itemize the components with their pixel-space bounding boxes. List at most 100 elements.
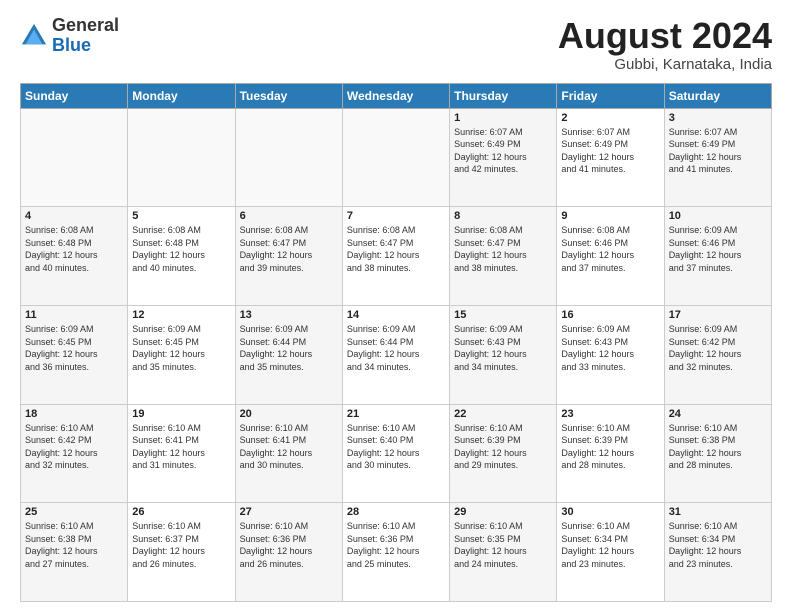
cell-info: Sunrise: 6:09 AM Sunset: 6:43 PM Dayligh…: [454, 323, 552, 373]
day-number: 2: [561, 112, 659, 124]
cell-info: Sunrise: 6:10 AM Sunset: 6:39 PM Dayligh…: [454, 422, 552, 472]
day-number: 30: [561, 506, 659, 518]
cell-info: Sunrise: 6:10 AM Sunset: 6:34 PM Dayligh…: [561, 520, 659, 570]
day-number: 26: [132, 506, 230, 518]
calendar-cell: 16 Sunrise: 6:09 AM Sunset: 6:43 PM Dayli…: [557, 305, 664, 404]
calendar-cell: 28 Sunrise: 6:10 AM Sunset: 6:36 PM Dayli…: [342, 503, 449, 602]
header: General Blue August 2024 Gubbi, Karnatak…: [20, 16, 772, 73]
day-number: 31: [669, 506, 767, 518]
calendar-cell: 27Sunrise: 6:10 AM Sunset: 6:36 PM Dayli…: [235, 503, 342, 602]
calendar-header-monday: Monday: [128, 83, 235, 108]
cell-info: Sunrise: 6:07 AM Sunset: 6:49 PM Dayligh…: [669, 126, 767, 176]
cell-info: Sunrise: 6:09 AM Sunset: 6:44 PM Dayligh…: [240, 323, 338, 373]
day-number: 28: [347, 506, 445, 518]
cell-info: Sunrise: 6:10 AM Sunset: 6:36 PM Dayligh…: [347, 520, 445, 570]
day-number: 22: [454, 408, 552, 420]
cell-info: Sunrise: 6:07 AM Sunset: 6:49 PM Dayligh…: [561, 126, 659, 176]
page: General Blue August 2024 Gubbi, Karnatak…: [0, 0, 792, 612]
calendar-cell: 19Sunrise: 6:10 AM Sunset: 6:41 PM Dayli…: [128, 404, 235, 503]
cell-info: Sunrise: 6:09 AM Sunset: 6:43 PM Dayligh…: [561, 323, 659, 373]
calendar-cell: 13 Sunrise: 6:09 AM Sunset: 6:44 PM Dayli…: [235, 305, 342, 404]
logo-text: General Blue: [52, 16, 119, 56]
day-number: 3: [669, 112, 767, 124]
calendar-cell: 1 Sunrise: 6:07 AM Sunset: 6:49 PM Daylig…: [450, 108, 557, 207]
calendar-cell: [21, 108, 128, 207]
calendar-cell: 15 Sunrise: 6:09 AM Sunset: 6:43 PM Dayli…: [450, 305, 557, 404]
day-number: 27: [240, 506, 338, 518]
calendar-week-row: 18Sunrise: 6:10 AM Sunset: 6:42 PM Dayli…: [21, 404, 772, 503]
calendar-cell: 6Sunrise: 6:08 AM Sunset: 6:47 PM Daylig…: [235, 207, 342, 306]
cell-info: Sunrise: 6:10 AM Sunset: 6:38 PM Dayligh…: [669, 422, 767, 472]
calendar-cell: 29 Sunrise: 6:10 AM Sunset: 6:35 PM Dayli…: [450, 503, 557, 602]
day-number: 13: [240, 309, 338, 321]
day-number: 20: [240, 408, 338, 420]
day-number: 25: [25, 506, 123, 518]
location: Gubbi, Karnataka, India: [558, 56, 772, 73]
cell-info: Sunrise: 6:08 AM Sunset: 6:48 PM Dayligh…: [25, 224, 123, 274]
cell-info: Sunrise: 6:10 AM Sunset: 6:41 PM Dayligh…: [132, 422, 230, 472]
calendar-week-row: 11Sunrise: 6:09 AM Sunset: 6:45 PM Dayli…: [21, 305, 772, 404]
day-number: 23: [561, 408, 659, 420]
day-number: 4: [25, 210, 123, 222]
cell-info: Sunrise: 6:08 AM Sunset: 6:47 PM Dayligh…: [347, 224, 445, 274]
calendar-cell: 25 Sunrise: 6:10 AM Sunset: 6:38 PM Dayli…: [21, 503, 128, 602]
calendar-cell: [128, 108, 235, 207]
cell-info: Sunrise: 6:08 AM Sunset: 6:48 PM Dayligh…: [132, 224, 230, 274]
calendar-header-tuesday: Tuesday: [235, 83, 342, 108]
calendar-cell: 21Sunrise: 6:10 AM Sunset: 6:40 PM Dayli…: [342, 404, 449, 503]
calendar-header-thursday: Thursday: [450, 83, 557, 108]
title-block: August 2024 Gubbi, Karnataka, India: [558, 16, 772, 73]
calendar-week-row: 25 Sunrise: 6:10 AM Sunset: 6:38 PM Dayli…: [21, 503, 772, 602]
calendar-cell: 18Sunrise: 6:10 AM Sunset: 6:42 PM Dayli…: [21, 404, 128, 503]
calendar-cell: 5 Sunrise: 6:08 AM Sunset: 6:48 PM Daylig…: [128, 207, 235, 306]
calendar-header-sunday: Sunday: [21, 83, 128, 108]
cell-info: Sunrise: 6:08 AM Sunset: 6:46 PM Dayligh…: [561, 224, 659, 274]
calendar-cell: 22 Sunrise: 6:10 AM Sunset: 6:39 PM Dayli…: [450, 404, 557, 503]
logo-general: General: [52, 15, 119, 35]
calendar-cell: 2 Sunrise: 6:07 AM Sunset: 6:49 PM Daylig…: [557, 108, 664, 207]
logo: General Blue: [20, 16, 119, 56]
calendar-cell: 3 Sunrise: 6:07 AM Sunset: 6:49 PM Daylig…: [664, 108, 771, 207]
day-number: 15: [454, 309, 552, 321]
day-number: 10: [669, 210, 767, 222]
calendar-cell: 26Sunrise: 6:10 AM Sunset: 6:37 PM Dayli…: [128, 503, 235, 602]
calendar-cell: 8Sunrise: 6:08 AM Sunset: 6:47 PM Daylig…: [450, 207, 557, 306]
calendar-cell: 12 Sunrise: 6:09 AM Sunset: 6:45 PM Dayli…: [128, 305, 235, 404]
cell-info: Sunrise: 6:09 AM Sunset: 6:45 PM Dayligh…: [132, 323, 230, 373]
logo-blue: Blue: [52, 35, 91, 55]
day-number: 16: [561, 309, 659, 321]
day-number: 29: [454, 506, 552, 518]
calendar-cell: [342, 108, 449, 207]
cell-info: Sunrise: 6:08 AM Sunset: 6:47 PM Dayligh…: [240, 224, 338, 274]
cell-info: Sunrise: 6:07 AM Sunset: 6:49 PM Dayligh…: [454, 126, 552, 176]
calendar-cell: 30 Sunrise: 6:10 AM Sunset: 6:34 PM Dayli…: [557, 503, 664, 602]
day-number: 1: [454, 112, 552, 124]
calendar-cell: 10 Sunrise: 6:09 AM Sunset: 6:46 PM Dayli…: [664, 207, 771, 306]
logo-icon: [20, 22, 48, 50]
cell-info: Sunrise: 6:09 AM Sunset: 6:45 PM Dayligh…: [25, 323, 123, 373]
calendar-cell: 11Sunrise: 6:09 AM Sunset: 6:45 PM Dayli…: [21, 305, 128, 404]
day-number: 17: [669, 309, 767, 321]
calendar-cell: 23 Sunrise: 6:10 AM Sunset: 6:39 PM Dayli…: [557, 404, 664, 503]
cell-info: Sunrise: 6:09 AM Sunset: 6:42 PM Dayligh…: [669, 323, 767, 373]
cell-info: Sunrise: 6:10 AM Sunset: 6:38 PM Dayligh…: [25, 520, 123, 570]
calendar-header-saturday: Saturday: [664, 83, 771, 108]
cell-info: Sunrise: 6:10 AM Sunset: 6:41 PM Dayligh…: [240, 422, 338, 472]
calendar-header-row: SundayMondayTuesdayWednesdayThursdayFrid…: [21, 83, 772, 108]
cell-info: Sunrise: 6:09 AM Sunset: 6:46 PM Dayligh…: [669, 224, 767, 274]
cell-info: Sunrise: 6:10 AM Sunset: 6:42 PM Dayligh…: [25, 422, 123, 472]
calendar-cell: 7 Sunrise: 6:08 AM Sunset: 6:47 PM Daylig…: [342, 207, 449, 306]
calendar-cell: 20 Sunrise: 6:10 AM Sunset: 6:41 PM Dayli…: [235, 404, 342, 503]
calendar-header-wednesday: Wednesday: [342, 83, 449, 108]
calendar-cell: 4 Sunrise: 6:08 AM Sunset: 6:48 PM Daylig…: [21, 207, 128, 306]
calendar-table: SundayMondayTuesdayWednesdayThursdayFrid…: [20, 83, 772, 602]
day-number: 7: [347, 210, 445, 222]
day-number: 24: [669, 408, 767, 420]
day-number: 5: [132, 210, 230, 222]
day-number: 12: [132, 309, 230, 321]
calendar-cell: 14Sunrise: 6:09 AM Sunset: 6:44 PM Dayli…: [342, 305, 449, 404]
day-number: 8: [454, 210, 552, 222]
cell-info: Sunrise: 6:10 AM Sunset: 6:39 PM Dayligh…: [561, 422, 659, 472]
calendar-cell: [235, 108, 342, 207]
cell-info: Sunrise: 6:10 AM Sunset: 6:35 PM Dayligh…: [454, 520, 552, 570]
